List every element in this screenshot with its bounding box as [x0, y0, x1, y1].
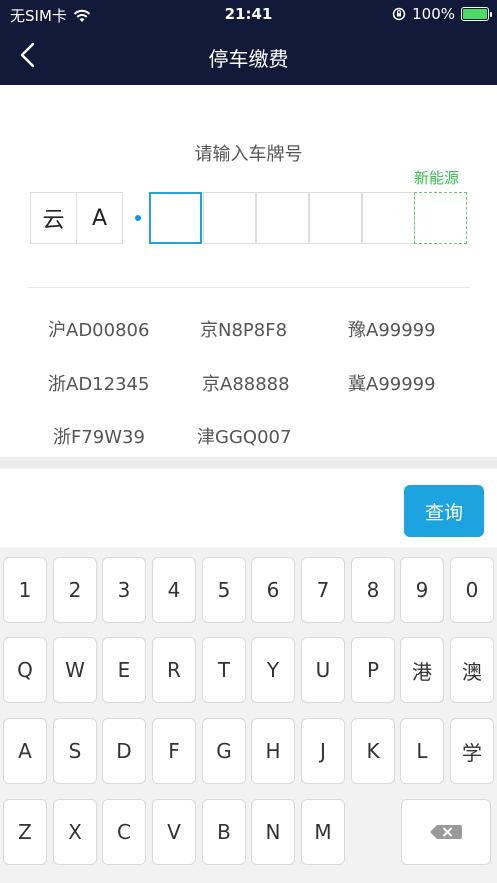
- query-button[interactable]: 查询: [404, 485, 484, 537]
- city-letter-selector[interactable]: A: [76, 193, 122, 243]
- history-plate[interactable]: 沪AD00806: [48, 316, 149, 342]
- key[interactable]: G: [202, 718, 246, 784]
- key[interactable]: 0: [450, 557, 494, 623]
- key[interactable]: E: [102, 637, 146, 703]
- key[interactable]: A: [3, 718, 47, 784]
- key[interactable]: 学: [450, 718, 494, 784]
- key[interactable]: B: [202, 799, 246, 865]
- new-energy-label: 新能源: [414, 169, 460, 187]
- key[interactable]: V: [152, 799, 196, 865]
- key[interactable]: J: [301, 718, 345, 784]
- key[interactable]: 港: [400, 637, 444, 703]
- key[interactable]: 1: [3, 557, 47, 623]
- key[interactable]: 7: [301, 557, 345, 623]
- plate-prompt: 请输入车牌号: [194, 144, 303, 165]
- key[interactable]: P: [351, 637, 395, 703]
- key[interactable]: R: [152, 637, 196, 703]
- key[interactable]: 澳: [450, 637, 494, 703]
- page-title: 停车缴费: [208, 47, 289, 71]
- battery-fill: [463, 9, 487, 19]
- plate-char-box-4[interactable]: [309, 192, 362, 244]
- history-plate[interactable]: 浙AD12345: [48, 370, 149, 396]
- orientation-lock-icon: [392, 7, 406, 21]
- key[interactable]: F: [152, 718, 196, 784]
- app-header: 无SIM卡 21:41 100% 停车缴费: [0, 0, 497, 85]
- history-plate[interactable]: 津GGQ007: [197, 423, 291, 449]
- key[interactable]: S: [53, 718, 97, 784]
- history-plate[interactable]: 京N8P8F8: [200, 316, 287, 342]
- status-bar: 无SIM卡 21:41 100%: [0, 0, 497, 28]
- plate-char-box-3[interactable]: [256, 192, 309, 244]
- key[interactable]: X: [53, 799, 97, 865]
- new-energy-char-box[interactable]: [414, 192, 467, 244]
- plate-char-box-5[interactable]: [362, 192, 415, 244]
- section-separator: [0, 457, 497, 469]
- key[interactable]: Z: [3, 799, 47, 865]
- key[interactable]: U: [301, 637, 345, 703]
- history-plate[interactable]: 京A88888: [202, 370, 290, 396]
- key[interactable]: Q: [3, 637, 47, 703]
- plate-keyboard: 1 2 3 4 5 6 7 8 9 0 Q W E R T Y U P 港 澳 …: [0, 547, 497, 883]
- key[interactable]: H: [251, 718, 295, 784]
- battery-percent: 100%: [412, 5, 455, 23]
- nav-bar: 停车缴费: [0, 28, 497, 85]
- status-right: 100%: [392, 5, 492, 23]
- key[interactable]: 5: [202, 557, 246, 623]
- key[interactable]: T: [202, 637, 246, 703]
- divider: [28, 287, 470, 288]
- backspace-icon: [430, 825, 462, 839]
- key[interactable]: 8: [351, 557, 395, 623]
- separator-dot: [135, 215, 141, 221]
- battery-icon: [461, 7, 492, 21]
- plate-prefix[interactable]: 云 A: [30, 192, 123, 244]
- key[interactable]: 6: [251, 557, 295, 623]
- key[interactable]: 3: [102, 557, 146, 623]
- key[interactable]: N: [251, 799, 295, 865]
- key[interactable]: L: [400, 718, 444, 784]
- key[interactable]: M: [301, 799, 345, 865]
- key[interactable]: D: [102, 718, 146, 784]
- plate-char-box-1[interactable]: [149, 192, 202, 244]
- history-plate[interactable]: 浙F79W39: [53, 423, 145, 449]
- key[interactable]: Y: [251, 637, 295, 703]
- plate-char-box-2[interactable]: [203, 192, 256, 244]
- key[interactable]: 2: [53, 557, 97, 623]
- key[interactable]: 9: [400, 557, 444, 623]
- key[interactable]: K: [351, 718, 395, 784]
- key[interactable]: C: [102, 799, 146, 865]
- province-selector[interactable]: 云: [31, 193, 76, 243]
- delete-key[interactable]: [401, 799, 491, 865]
- history-plate[interactable]: 冀A99999: [348, 370, 436, 396]
- key[interactable]: W: [53, 637, 97, 703]
- key[interactable]: 4: [152, 557, 196, 623]
- history-plate[interactable]: 豫A99999: [348, 316, 436, 342]
